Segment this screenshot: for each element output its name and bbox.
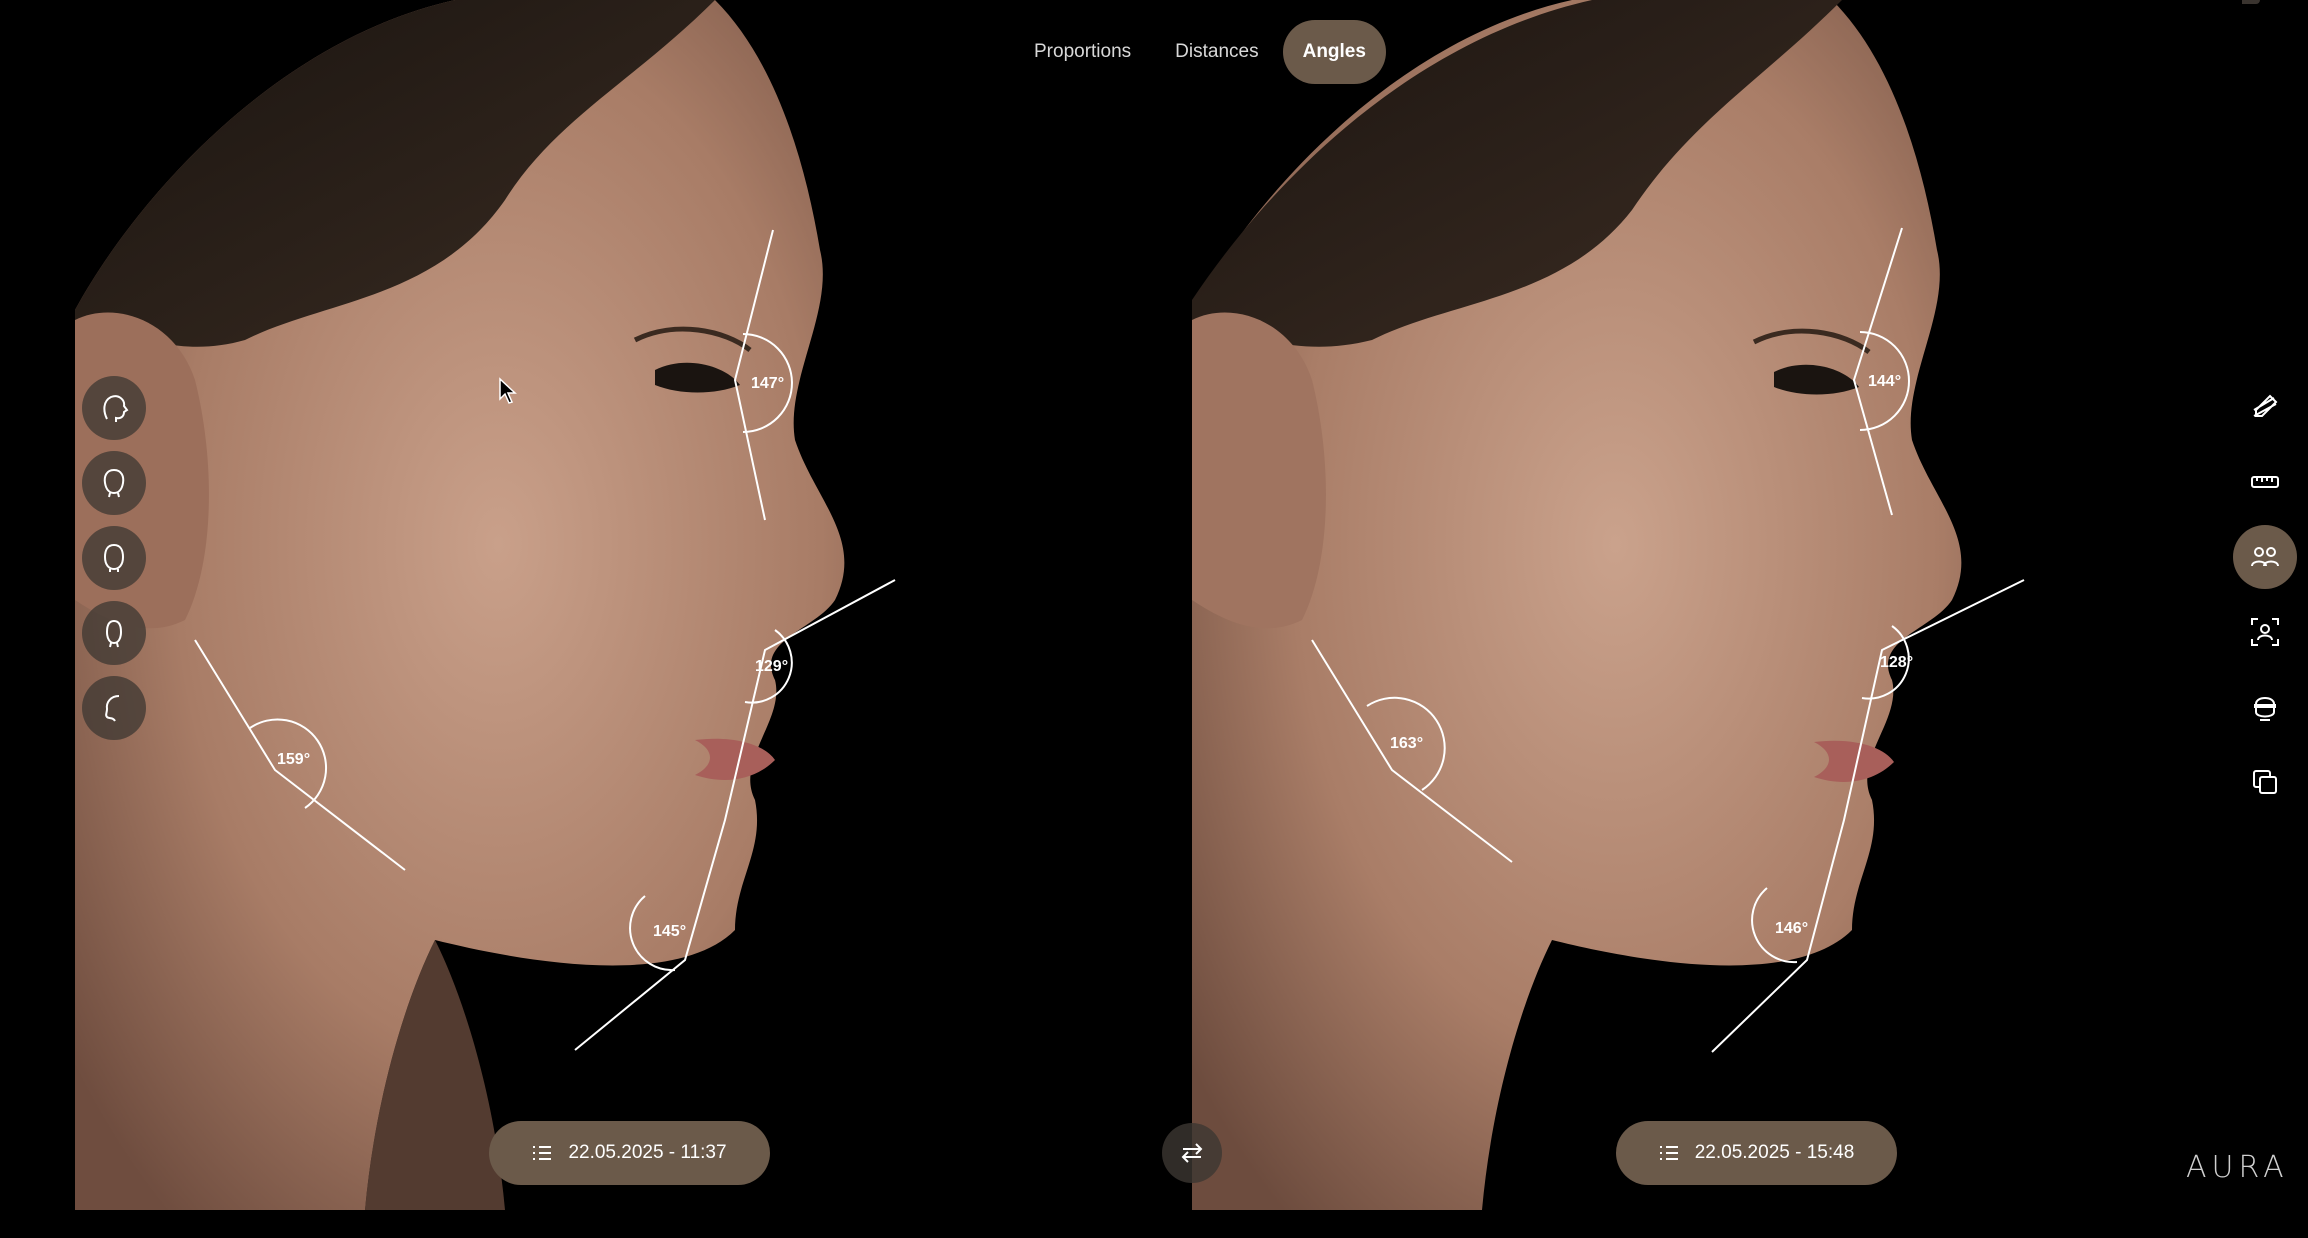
duplicate-icon[interactable]	[2233, 750, 2297, 814]
compare-users-icon[interactable]	[2233, 525, 2297, 589]
swap-arrows-icon	[1181, 1143, 1203, 1163]
angle-label-jaw: 163°	[1390, 735, 1423, 752]
angle-label-jaw: 159°	[277, 751, 310, 768]
face-profile-image-left: 147° 129° 159° 145°	[75, 0, 896, 1210]
angle-label-nasolabial: 128°	[1880, 654, 1913, 671]
capture-date-selector-right[interactable]: 22.05.2025 - 15:48	[1616, 1121, 1897, 1185]
list-icon	[533, 1146, 552, 1160]
swap-sides-button[interactable]	[1162, 1123, 1222, 1183]
analysis-toolbar	[2233, 375, 2297, 814]
angle-label-forehead-nose: 144°	[1868, 373, 1901, 390]
angle-label-chin: 145°	[653, 923, 686, 940]
capture-date-right: 22.05.2025 - 15:48	[1694, 1142, 1855, 1163]
right-face-view[interactable]: 144° 128° 163° 146°	[1192, 0, 2242, 1210]
capture-date-selector-left[interactable]: 22.05.2025 - 11:37	[489, 1121, 770, 1185]
head-front-icon[interactable]	[82, 451, 146, 515]
angle-label-nasolabial: 129°	[755, 658, 788, 675]
mouse-cursor	[499, 377, 517, 404]
capture-date-left: 22.05.2025 - 11:37	[568, 1142, 727, 1163]
left-face-view[interactable]: 147° 129° 159° 145°	[75, 0, 1125, 1210]
tab-distances[interactable]: Distances	[1155, 20, 1278, 84]
angle-label-forehead-nose: 147°	[751, 375, 784, 392]
aura-logo: AURA	[2186, 1150, 2289, 1185]
tab-proportions[interactable]: Proportions	[1014, 20, 1151, 84]
pen-measure-icon[interactable]	[2233, 375, 2297, 439]
face-mask-icon[interactable]	[2233, 675, 2297, 739]
angle-label-chin: 146°	[1775, 920, 1808, 937]
view-mode-tabs: Proportions Distances Angles	[1014, 20, 1386, 84]
face-profile-image-right: 144° 128° 163° 146°	[1192, 0, 2025, 1210]
list-icon	[1659, 1146, 1678, 1160]
head-oval-icon[interactable]	[82, 526, 146, 590]
tab-angles[interactable]: Angles	[1282, 20, 1386, 84]
view-presets-toolbar	[82, 376, 146, 740]
head-side-icon[interactable]	[82, 676, 146, 740]
ruler-icon[interactable]	[2233, 450, 2297, 514]
head-narrow-icon[interactable]	[82, 601, 146, 665]
head-profile-icon[interactable]	[82, 376, 146, 440]
face-scan-icon[interactable]	[2233, 600, 2297, 664]
